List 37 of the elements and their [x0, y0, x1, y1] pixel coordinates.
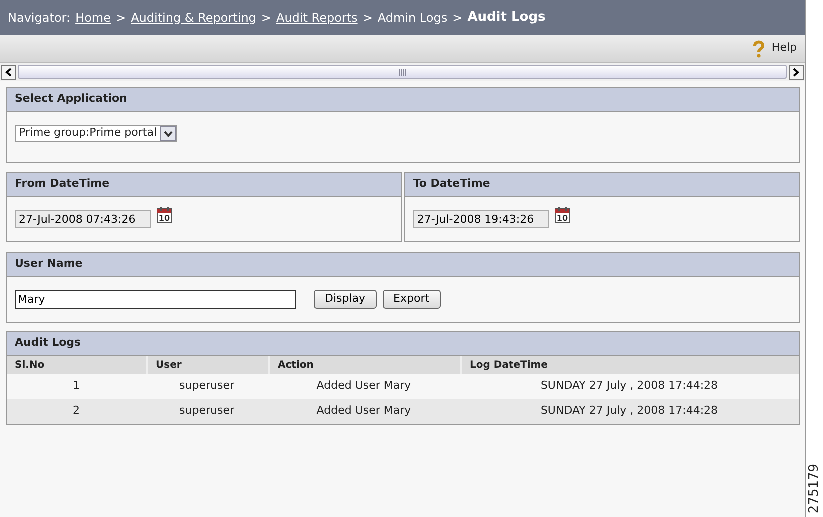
breadcrumb-separator: >: [362, 10, 373, 26]
action-button[interactable]: Display: [314, 290, 377, 309]
calendar-icon[interactable]: 10: [157, 207, 172, 223]
application-dropdown[interactable]: Prime group:Prime portal: [15, 125, 177, 142]
breadcrumb-current: Audit Logs: [468, 8, 546, 27]
table-cell: Added User Mary: [268, 399, 460, 424]
calendar-icon[interactable]: 10: [555, 207, 570, 223]
breadcrumb-link[interactable]: Audit Reports: [276, 8, 358, 26]
date-field[interactable]: 27-Jul-2008 07:43:26: [15, 210, 151, 228]
username-field[interactable]: Mary: [15, 290, 296, 309]
breadcrumb-separator: >: [116, 10, 126, 26]
breadcrumb-link[interactable]: Home: [76, 8, 111, 26]
column-header: Action: [268, 356, 460, 374]
breadcrumb-separator: >: [452, 10, 463, 26]
table-cell: superuser: [146, 399, 268, 424]
scroll-thumb[interactable]: [18, 65, 787, 79]
panel-title: User Name: [7, 253, 799, 277]
breadcrumb-item: Admin Logs: [378, 10, 448, 26]
column-header: User: [146, 356, 268, 374]
help-link[interactable]: Help: [772, 40, 797, 57]
column-header: Log DateTime: [460, 356, 799, 374]
scroll-left-icon[interactable]: [1, 64, 16, 80]
panel-title: From DateTime: [7, 173, 401, 197]
navigator-label: Navigator:: [8, 10, 71, 26]
scroll-right-icon[interactable]: [789, 64, 804, 80]
horizontal-scrollbar[interactable]: [0, 63, 805, 81]
panel-title: Select Application: [7, 88, 799, 112]
breadcrumb-link[interactable]: Auditing & Reporting: [131, 8, 256, 26]
breadcrumb-separator: >: [261, 10, 272, 26]
table-cell: SUNDAY 27 July , 2008 17:44:28: [460, 399, 799, 424]
table-cell: 2: [7, 399, 146, 424]
column-header: Sl.No: [7, 356, 146, 374]
panel-title: To DateTime: [405, 173, 799, 197]
action-button[interactable]: Export: [382, 290, 441, 309]
panel-title: Audit Logs: [7, 332, 799, 356]
date-field[interactable]: 27-Jul-2008 19:43:26: [413, 210, 550, 228]
figure-number: 275179: [806, 464, 823, 514]
